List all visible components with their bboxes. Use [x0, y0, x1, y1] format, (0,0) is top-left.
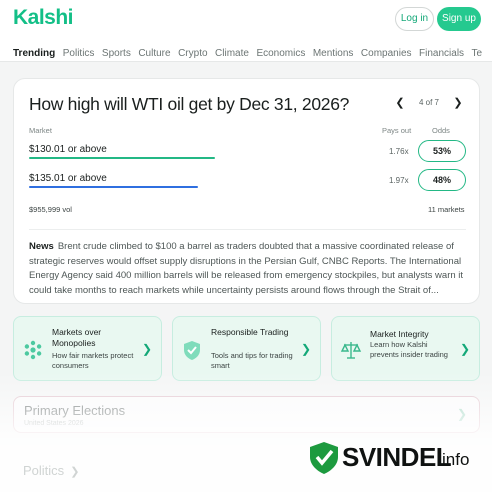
chevron-right-icon[interactable]: ❯: [448, 93, 468, 113]
nav-item-crypto[interactable]: Crypto: [178, 48, 207, 59]
promo-title: Markets over Monopolies: [52, 327, 102, 348]
outcome-label[interactable]: $130.01 or above: [29, 144, 107, 155]
odds-button[interactable]: 53%: [418, 140, 466, 162]
nav-item-financials[interactable]: Financials: [419, 48, 464, 59]
news-text: Brent crude climbed to $100 a barrel as …: [29, 241, 464, 296]
shield-check-icon: [310, 442, 338, 474]
column-pays-out: Pays out: [382, 126, 412, 135]
promo-card-market-integrity[interactable]: Market Integrity Learn how Kalshi preven…: [331, 316, 480, 381]
promo-title: Responsible Trading: [211, 327, 289, 337]
watermark-suffix: info: [442, 450, 470, 469]
news-label: News: [29, 241, 54, 252]
column-market: Market: [29, 126, 52, 135]
nav-item-economics[interactable]: Economics: [256, 48, 305, 59]
login-button[interactable]: Log in: [395, 7, 434, 31]
promo-subtitle: How fair markets protect consumers: [52, 351, 134, 370]
primary-elections-card[interactable]: Primary Elections United States 2026 ❯: [13, 396, 480, 433]
market-title[interactable]: How high will WTI oil get by Dec 31, 202…: [29, 94, 349, 115]
outcome-label[interactable]: $135.01 or above: [29, 173, 107, 184]
market-pager: ❮ 4 of 7 ❯: [388, 93, 470, 113]
politics-section-heading[interactable]: Politics ❯: [23, 463, 79, 478]
nav-item-sports[interactable]: Sports: [102, 48, 131, 59]
pager-count: 4 of 7: [418, 98, 439, 107]
chevron-right-icon: ❯: [300, 342, 311, 356]
top-header: Kalshi Log in Sign up Trending Politics Sp…: [0, 0, 492, 62]
nav-item-culture[interactable]: Culture: [138, 48, 170, 59]
primary-elections-title: Primary Elections: [24, 403, 126, 418]
nav-item-te[interactable]: Te: [472, 48, 483, 59]
politics-heading-text: Politics: [23, 463, 65, 478]
chevron-right-icon: ❯: [459, 342, 470, 356]
markets-count[interactable]: 11 markets: [428, 205, 465, 214]
odds-button[interactable]: 48%: [418, 169, 466, 191]
promo-card-responsible-trading[interactable]: Responsible Trading Tools and tips for t…: [172, 316, 321, 381]
category-nav: Trending Politics Sports Culture Crypto Clima…: [13, 43, 490, 59]
nav-item-companies[interactable]: Companies: [361, 48, 412, 59]
column-odds: Odds: [432, 126, 450, 135]
kalshi-logo[interactable]: Kalshi: [13, 6, 74, 30]
outcome-bar: [29, 186, 198, 188]
outcome-bar: [29, 157, 215, 159]
chevron-right-icon: ❯: [141, 342, 152, 356]
nav-item-climate[interactable]: Climate: [215, 48, 249, 59]
promo-card-markets-over-monopolies[interactable]: Markets over Monopolies How fair markets…: [13, 316, 162, 381]
promo-subtitle: Learn how Kalshi prevents insider tradin…: [370, 340, 448, 359]
nav-item-mentions[interactable]: Mentions: [313, 48, 354, 59]
outcome-payout: 1.76x: [389, 147, 409, 156]
shield-check-icon: [184, 341, 200, 360]
nav-item-trending[interactable]: Trending: [13, 48, 55, 59]
primary-elections-subtitle: United States 2026: [24, 420, 84, 427]
chevron-right-icon: ❯: [70, 466, 80, 478]
promo-subtitle: Tools and tips for trading smart: [211, 351, 293, 370]
nav-item-politics[interactable]: Politics: [63, 48, 95, 59]
scales-icon: [340, 342, 362, 359]
snowflake-icon: [24, 340, 42, 360]
chevron-right-icon: ❯: [456, 407, 467, 421]
promo-title: Market Integrity: [370, 329, 429, 339]
news-block[interactable]: News Brent crude climbed to $100 a barrel…: [29, 240, 466, 298]
volume-text: $955,999 vol: [29, 205, 72, 214]
market-card[interactable]: How high will WTI oil get by Dec 31, 202…: [13, 78, 480, 304]
watermark-word: SVINDEL: [342, 442, 452, 472]
divider: [29, 229, 466, 230]
chevron-left-icon[interactable]: ❮: [390, 93, 410, 113]
signup-button[interactable]: Sign up: [437, 7, 481, 31]
outcome-payout: 1.97x: [389, 176, 409, 185]
